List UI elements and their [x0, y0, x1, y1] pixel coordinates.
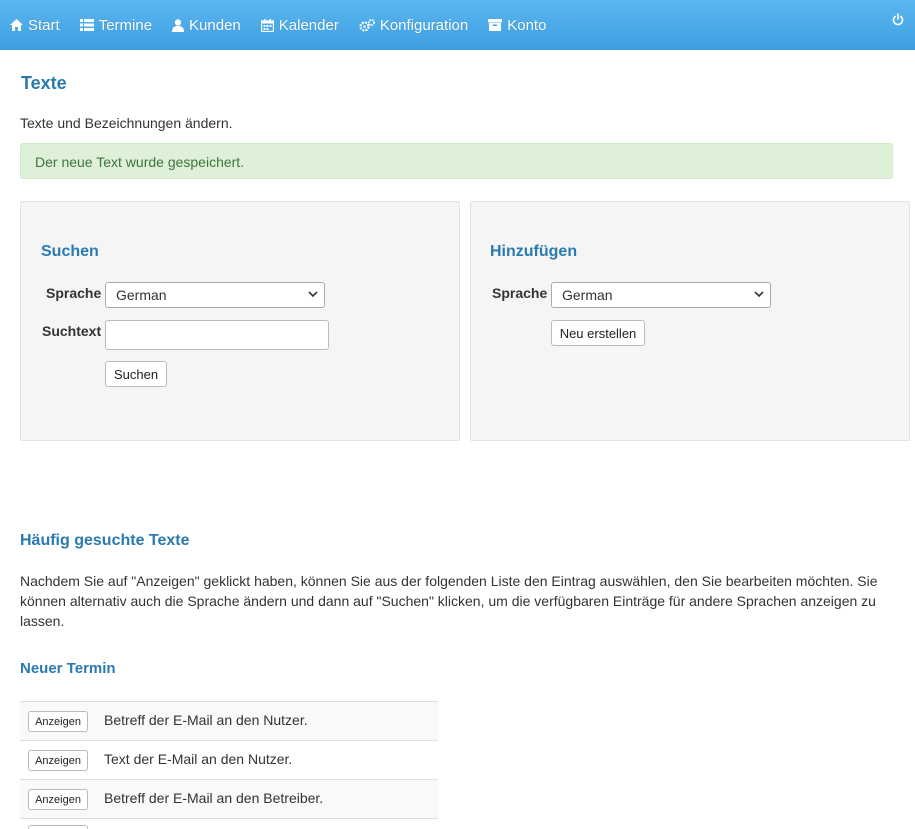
archive-icon [488, 19, 503, 31]
nav-item-termine[interactable]: Termine [79, 16, 153, 34]
page-intro: Texte und Bezeichnungen ändern. [20, 115, 233, 131]
add-language-label: Sprache [492, 285, 548, 301]
table-row: Anzeigen Betreff der E-Mail an den Nutze… [20, 701, 438, 740]
search-text-label: Suchtext [42, 323, 102, 339]
calendar-icon [260, 18, 274, 32]
nav-label-kunden: Kunden [189, 16, 241, 34]
search-language-value: German [116, 287, 167, 303]
power-icon [892, 13, 904, 26]
user-icon [172, 18, 185, 32]
show-button[interactable]: Anzeigen [28, 789, 88, 810]
group-title-neuer-termin: Neuer Termin [20, 660, 116, 677]
home-icon [10, 19, 23, 31]
new-text-button[interactable]: Neu erstellen [551, 320, 645, 346]
table-row: Anzeigen Betreff der E-Mail an den Betre… [20, 779, 438, 818]
nav-label-konto: Konto [507, 16, 547, 34]
show-button[interactable]: Anzeigen [28, 750, 88, 771]
nav-item-konto[interactable]: Konto [488, 17, 546, 34]
search-panel: Suchen Sprache German Suchtext Suchen [20, 201, 460, 441]
frequent-texts-title: Häufig gesuchte Texte [20, 532, 190, 549]
add-panel: Hinzufügen Sprache German Neu erstellen [470, 201, 910, 441]
list-icon [79, 19, 94, 31]
row-text: Betreff der E-Mail an den Nutzer. [104, 712, 308, 728]
search-panel-title: Suchen [41, 243, 99, 260]
search-language-select[interactable]: German [105, 282, 325, 308]
nav-item-konfiguration[interactable]: Konfiguration [359, 17, 468, 34]
nav-item-kalender[interactable]: Kalender [260, 16, 339, 34]
search-language-label: Sprache [46, 285, 102, 301]
nav-label-kalender: Kalender [278, 16, 339, 34]
row-text: Betreff der E-Mail an den Betreiber. [104, 790, 324, 806]
table-row: Anzeigen Text der E-Mail an den Nutzer. [20, 740, 438, 779]
nav-label-start: Start [28, 16, 60, 34]
nav-label-konfiguration: Konfiguration [379, 16, 469, 34]
add-language-value: German [562, 287, 613, 303]
page-title: Texte [21, 73, 67, 93]
nav-item-kunden[interactable]: Kunden [172, 17, 241, 34]
search-button[interactable]: Suchen [105, 361, 167, 387]
show-button[interactable]: Anzeigen [28, 711, 88, 732]
frequent-texts-description: Nachdem Sie auf "Anzeigen" geklickt habe… [20, 573, 878, 629]
chevron-down-icon [754, 291, 764, 298]
nav-item-start[interactable]: Start [10, 17, 60, 34]
success-alert: Der neue Text wurde gespeichert. [20, 143, 893, 179]
top-navbar: Start Termine Kunden Kalender Konfigurat… [0, 0, 915, 50]
logout-button[interactable] [892, 13, 904, 29]
show-button-partial[interactable] [28, 825, 88, 829]
row-text: Text der E-Mail an den Nutzer. [104, 751, 293, 767]
frequent-texts-table: Anzeigen Betreff der E-Mail an den Nutze… [20, 701, 438, 829]
search-text-input[interactable] [105, 320, 329, 350]
nav-label-termine: Termine [98, 16, 153, 34]
cogs-icon [359, 18, 375, 32]
table-row-partial [20, 818, 438, 829]
add-language-select[interactable]: German [551, 282, 771, 308]
add-panel-title: Hinzufügen [490, 243, 578, 260]
chevron-down-icon [308, 291, 318, 298]
